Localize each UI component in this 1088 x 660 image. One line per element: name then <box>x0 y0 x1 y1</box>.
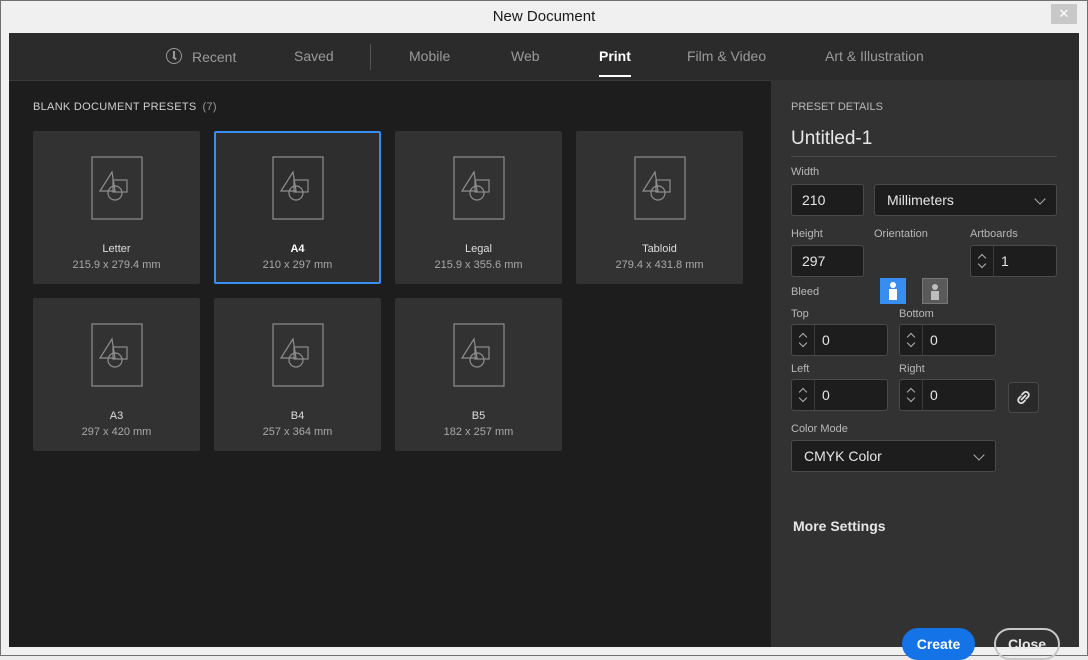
height-input[interactable]: 297 <box>791 245 864 277</box>
bleed-left-value: 0 <box>822 387 830 403</box>
stepper-arrows-icon[interactable] <box>792 325 815 355</box>
color-mode-value: CMYK Color <box>804 448 882 464</box>
dialog-body: Recent Saved Mobile Web Print Film & Vid… <box>9 33 1079 660</box>
create-button[interactable]: Create <box>902 628 975 660</box>
preset-card-letter[interactable]: Letter 215.9 x 279.4 mm <box>33 131 200 284</box>
portrait-person-icon <box>889 282 897 300</box>
preset-card-b4[interactable]: B4 257 x 364 mm <box>214 298 381 451</box>
tab-label: Saved <box>294 48 334 64</box>
presets-heading: BLANK DOCUMENT PRESETS (7) <box>33 101 217 113</box>
preset-card-a3[interactable]: A3 297 x 420 mm <box>33 298 200 451</box>
orientation-portrait-button[interactable] <box>880 278 906 304</box>
chevron-down-icon <box>1034 193 1046 205</box>
preset-name: A3 <box>109 410 124 422</box>
color-mode-label: Color Mode <box>791 423 848 435</box>
tab-label: Recent <box>192 49 237 65</box>
bleed-left-label: Left <box>791 363 810 375</box>
presets-count: (7) <box>202 101 217 113</box>
preset-details-heading: PRESET DETAILS <box>791 101 883 113</box>
more-settings-link[interactable]: More Settings <box>793 518 886 534</box>
preset-dimensions: 279.4 x 431.8 mm <box>615 259 704 271</box>
tab-label: Web <box>511 48 540 64</box>
clock-icon <box>166 48 182 64</box>
artboards-stepper[interactable]: 1 <box>970 245 1057 277</box>
document-preset-icon <box>272 156 324 225</box>
category-tabs: Recent Saved Mobile Web Print Film & Vid… <box>9 33 1079 81</box>
chain-link-icon <box>1017 391 1030 404</box>
tab-divider <box>370 44 371 70</box>
units-select[interactable]: Millimeters <box>874 184 1057 216</box>
presets-heading-text: BLANK DOCUMENT PRESETS <box>33 101 197 113</box>
tab-label: Film & Video <box>687 48 767 64</box>
bleed-right-label: Right <box>899 363 925 375</box>
document-preset-icon <box>453 156 505 225</box>
preset-name: B5 <box>471 410 486 422</box>
preset-name: Letter <box>102 243 131 255</box>
preset-name: A4 <box>290 243 305 255</box>
close-button[interactable]: Close <box>994 628 1060 660</box>
tab-label: Art & Illustration <box>825 48 924 64</box>
document-preset-icon <box>91 156 143 225</box>
document-name-input[interactable]: Untitled-1 <box>791 128 1057 157</box>
preset-dimensions: 257 x 364 mm <box>262 426 333 438</box>
tab-web[interactable]: Web <box>511 48 540 64</box>
document-preset-icon <box>634 156 686 225</box>
orientation-landscape-button[interactable] <box>922 278 948 304</box>
preset-card-legal[interactable]: Legal 215.9 x 355.6 mm <box>395 131 562 284</box>
orientation-label: Orientation <box>874 228 928 240</box>
preset-name: Tabloid <box>642 243 677 255</box>
tab-art-illustration[interactable]: Art & Illustration <box>825 48 924 64</box>
preset-card-tabloid[interactable]: Tabloid 279.4 x 431.8 mm <box>576 131 743 284</box>
bleed-top-value: 0 <box>822 332 830 348</box>
preset-card-b5[interactable]: B5 182 x 257 mm <box>395 298 562 451</box>
bleed-right-value: 0 <box>930 387 938 403</box>
tab-print[interactable]: Print <box>599 48 631 77</box>
chevron-down-icon <box>973 449 985 461</box>
tab-label: Print <box>599 48 631 64</box>
preset-name: B4 <box>290 410 305 422</box>
artboards-label: Artboards <box>970 228 1018 240</box>
window-close-button[interactable]: ✕ <box>1051 4 1077 24</box>
width-input[interactable]: 210 <box>791 184 864 216</box>
landscape-person-icon <box>931 284 939 300</box>
stepper-arrows-icon[interactable] <box>900 380 923 410</box>
tab-label: Mobile <box>409 48 451 64</box>
preset-dimensions: 215.9 x 279.4 mm <box>72 259 161 271</box>
bleed-top-stepper[interactable]: 0 <box>791 324 888 356</box>
preset-card-a4[interactable]: A4 210 x 297 mm <box>214 131 381 284</box>
tab-mobile[interactable]: Mobile <box>409 48 450 64</box>
preset-dimensions: 210 x 297 mm <box>262 259 333 271</box>
bleed-bottom-value: 0 <box>930 332 938 348</box>
preset-dimensions: 215.9 x 355.6 mm <box>434 259 523 271</box>
document-preset-icon <box>272 323 324 392</box>
artboards-value: 1 <box>1001 253 1009 269</box>
link-bleed-button[interactable] <box>1008 382 1039 413</box>
document-preset-icon <box>91 323 143 392</box>
bleed-bottom-label: Bottom <box>899 308 934 320</box>
bleed-right-stepper[interactable]: 0 <box>899 379 996 411</box>
preset-dimensions: 297 x 420 mm <box>81 426 152 438</box>
tab-saved[interactable]: Saved <box>294 48 334 64</box>
new-document-dialog: New Document ✕ Recent Saved Mobile Web P… <box>0 0 1088 660</box>
preset-details-panel: PRESET DETAILS Untitled-1 Width 210 Mill… <box>771 80 1079 660</box>
tab-film-video[interactable]: Film & Video <box>687 48 766 64</box>
color-mode-select[interactable]: CMYK Color <box>791 440 996 472</box>
document-preset-icon <box>453 323 505 392</box>
units-value: Millimeters <box>887 192 954 208</box>
stepper-arrows-icon[interactable] <box>971 246 994 276</box>
bleed-bottom-stepper[interactable]: 0 <box>899 324 996 356</box>
height-label: Height <box>791 228 823 240</box>
tab-recent[interactable]: Recent <box>166 48 236 65</box>
stepper-arrows-icon[interactable] <box>792 380 815 410</box>
stepper-arrows-icon[interactable] <box>900 325 923 355</box>
preset-dimensions: 182 x 257 mm <box>443 426 514 438</box>
title-bar: New Document ✕ <box>1 1 1087 33</box>
preset-name: Legal <box>465 243 492 255</box>
window-title: New Document <box>492 8 596 25</box>
bleed-left-stepper[interactable]: 0 <box>791 379 888 411</box>
bleed-label: Bleed <box>791 286 820 298</box>
width-label: Width <box>791 166 820 178</box>
bleed-top-label: Top <box>791 308 809 320</box>
